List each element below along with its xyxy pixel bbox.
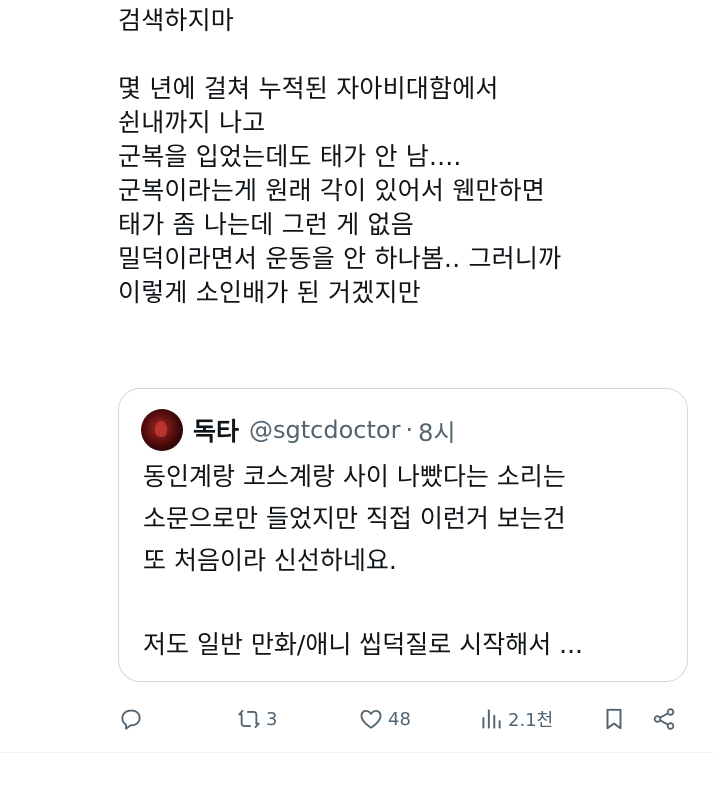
tweet-line: 검색하지마 — [118, 6, 235, 35]
quoted-line: 동인계랑 코스계랑 사이 나빴다는 소리는 — [143, 462, 566, 491]
tweet-action-bar: 3 48 2.1천 — [0, 700, 714, 738]
quoted-line: 저도 일반 만화/애니 씹덕질로 시작해서 ... — [143, 630, 583, 659]
tweet-line: 태가 좀 나는데 그런 게 없음 — [118, 210, 414, 239]
quoted-line — [143, 582, 673, 624]
quoted-tweet-card[interactable]: 독타 @sgtcdoctor · 8시 동인계랑 코스계랑 사이 나빴다는 소리… — [118, 388, 688, 682]
tweet-text: 검색하지마 몇 년에 걸쳐 누적된 자아비대함에서 쉰내까지 나고 군복을 입었… — [118, 4, 698, 310]
reply-button[interactable] — [118, 706, 148, 732]
avatar[interactable] — [141, 409, 183, 451]
views-button[interactable]: 2.1천 — [478, 706, 553, 732]
share-icon — [653, 708, 675, 730]
bookmark-button[interactable] — [601, 706, 627, 732]
retweet-count: 3 — [266, 708, 278, 730]
views-icon — [482, 709, 501, 729]
quoted-line: 소문으로만 들었지만 직접 이런거 보는건 — [143, 504, 566, 533]
quoted-line: 또 처음이라 신선하네요. — [143, 546, 397, 575]
quoted-author-handle[interactable]: @sgtcdoctor — [249, 416, 400, 444]
retweet-icon — [238, 709, 260, 729]
divider — [0, 752, 714, 753]
quoted-tweet-text: 동인계랑 코스계랑 사이 나빴다는 소리는 소문으로만 들었지만 직접 이런거 … — [143, 456, 673, 666]
quoted-tweet-header: 독타 @sgtcdoctor · 8시 — [141, 409, 455, 451]
share-button[interactable] — [651, 706, 677, 732]
tweet-line: 밀덕이라면서 운동을 안 하나봄.. 그러니까 — [118, 244, 562, 273]
tweet-line: 쉰내까지 나고 — [118, 108, 266, 137]
tweet-line: 군복이라는게 원래 각이 있어서 웬만하면 — [118, 176, 545, 205]
tweet-line — [118, 38, 698, 72]
tweet-line: 몇 년에 걸쳐 누적된 자아비대함에서 — [118, 74, 499, 103]
bookmark-icon — [606, 708, 622, 730]
reply-icon — [121, 709, 141, 730]
retweet-button[interactable]: 3 — [236, 706, 277, 732]
tweet-line: 군복을 입었는데도 태가 안 남.... — [118, 142, 462, 171]
heart-icon — [360, 709, 382, 729]
views-count: 2.1천 — [508, 710, 554, 731]
like-button[interactable]: 48 — [358, 706, 411, 732]
like-count: 48 — [388, 708, 411, 730]
tweet-line: 이렇게 소인배가 된 거겠지만 — [118, 278, 421, 307]
separator-dot: · — [405, 416, 414, 444]
quoted-timestamp[interactable]: 8시 — [418, 413, 455, 448]
quoted-author-name[interactable]: 독타 — [193, 412, 239, 448]
